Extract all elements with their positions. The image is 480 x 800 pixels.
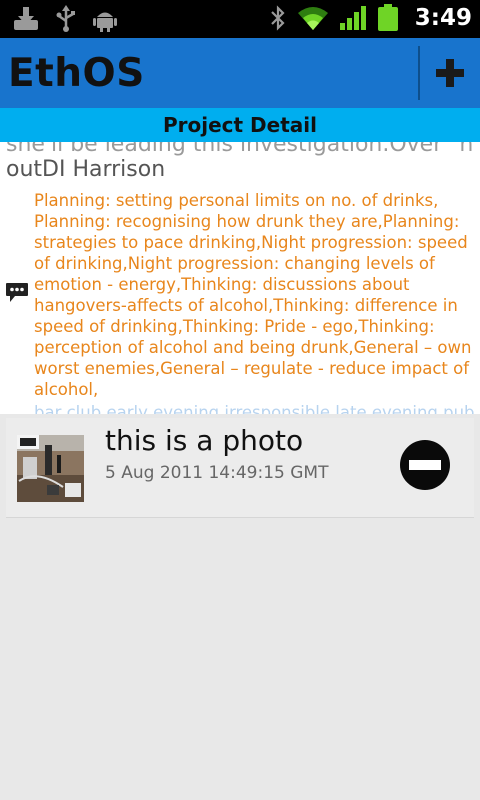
remove-circle-icon: [400, 440, 450, 490]
project-detail-content[interactable]: she'll be leading this investigation.Ove…: [0, 142, 480, 414]
media-timestamp: 5 Aug 2011 14:49:15 GMT: [105, 463, 329, 483]
investigator-text: outDI Harrison: [6, 157, 166, 182]
battery-icon: [377, 4, 398, 31]
add-button[interactable]: [420, 38, 480, 108]
page-title-bar: Project Detail: [0, 108, 480, 142]
signal-icon: [339, 6, 366, 30]
wifi-icon: [297, 7, 328, 30]
android-icon: [93, 12, 117, 32]
photo-thumbnail[interactable]: [17, 435, 84, 502]
action-bar: EthOS: [0, 38, 480, 108]
codes-list: Planning: setting personal limits on no.…: [34, 191, 472, 399]
media-list-item[interactable]: this is a photo 5 Aug 2011 14:49:15 GMT: [6, 418, 474, 518]
investigation-text-partial: she'll be leading this investigation.Ove…: [6, 142, 474, 157]
bluetooth-icon: [271, 5, 285, 31]
status-time: 3:49: [414, 5, 472, 31]
usb-icon: [56, 5, 75, 32]
page-title: Project Detail: [163, 113, 317, 137]
remove-button[interactable]: [399, 439, 451, 491]
download-icon: [14, 7, 38, 30]
empty-list-area: [0, 520, 480, 800]
media-title: this is a photo: [105, 424, 304, 457]
status-bar: 3:49: [0, 0, 480, 38]
tags-list-partial: bar,club,early evening,irresponsible,lat…: [34, 403, 475, 414]
plus-icon: [436, 59, 464, 87]
comment-icon[interactable]: [5, 282, 29, 308]
app-title: EthOS: [8, 51, 145, 96]
